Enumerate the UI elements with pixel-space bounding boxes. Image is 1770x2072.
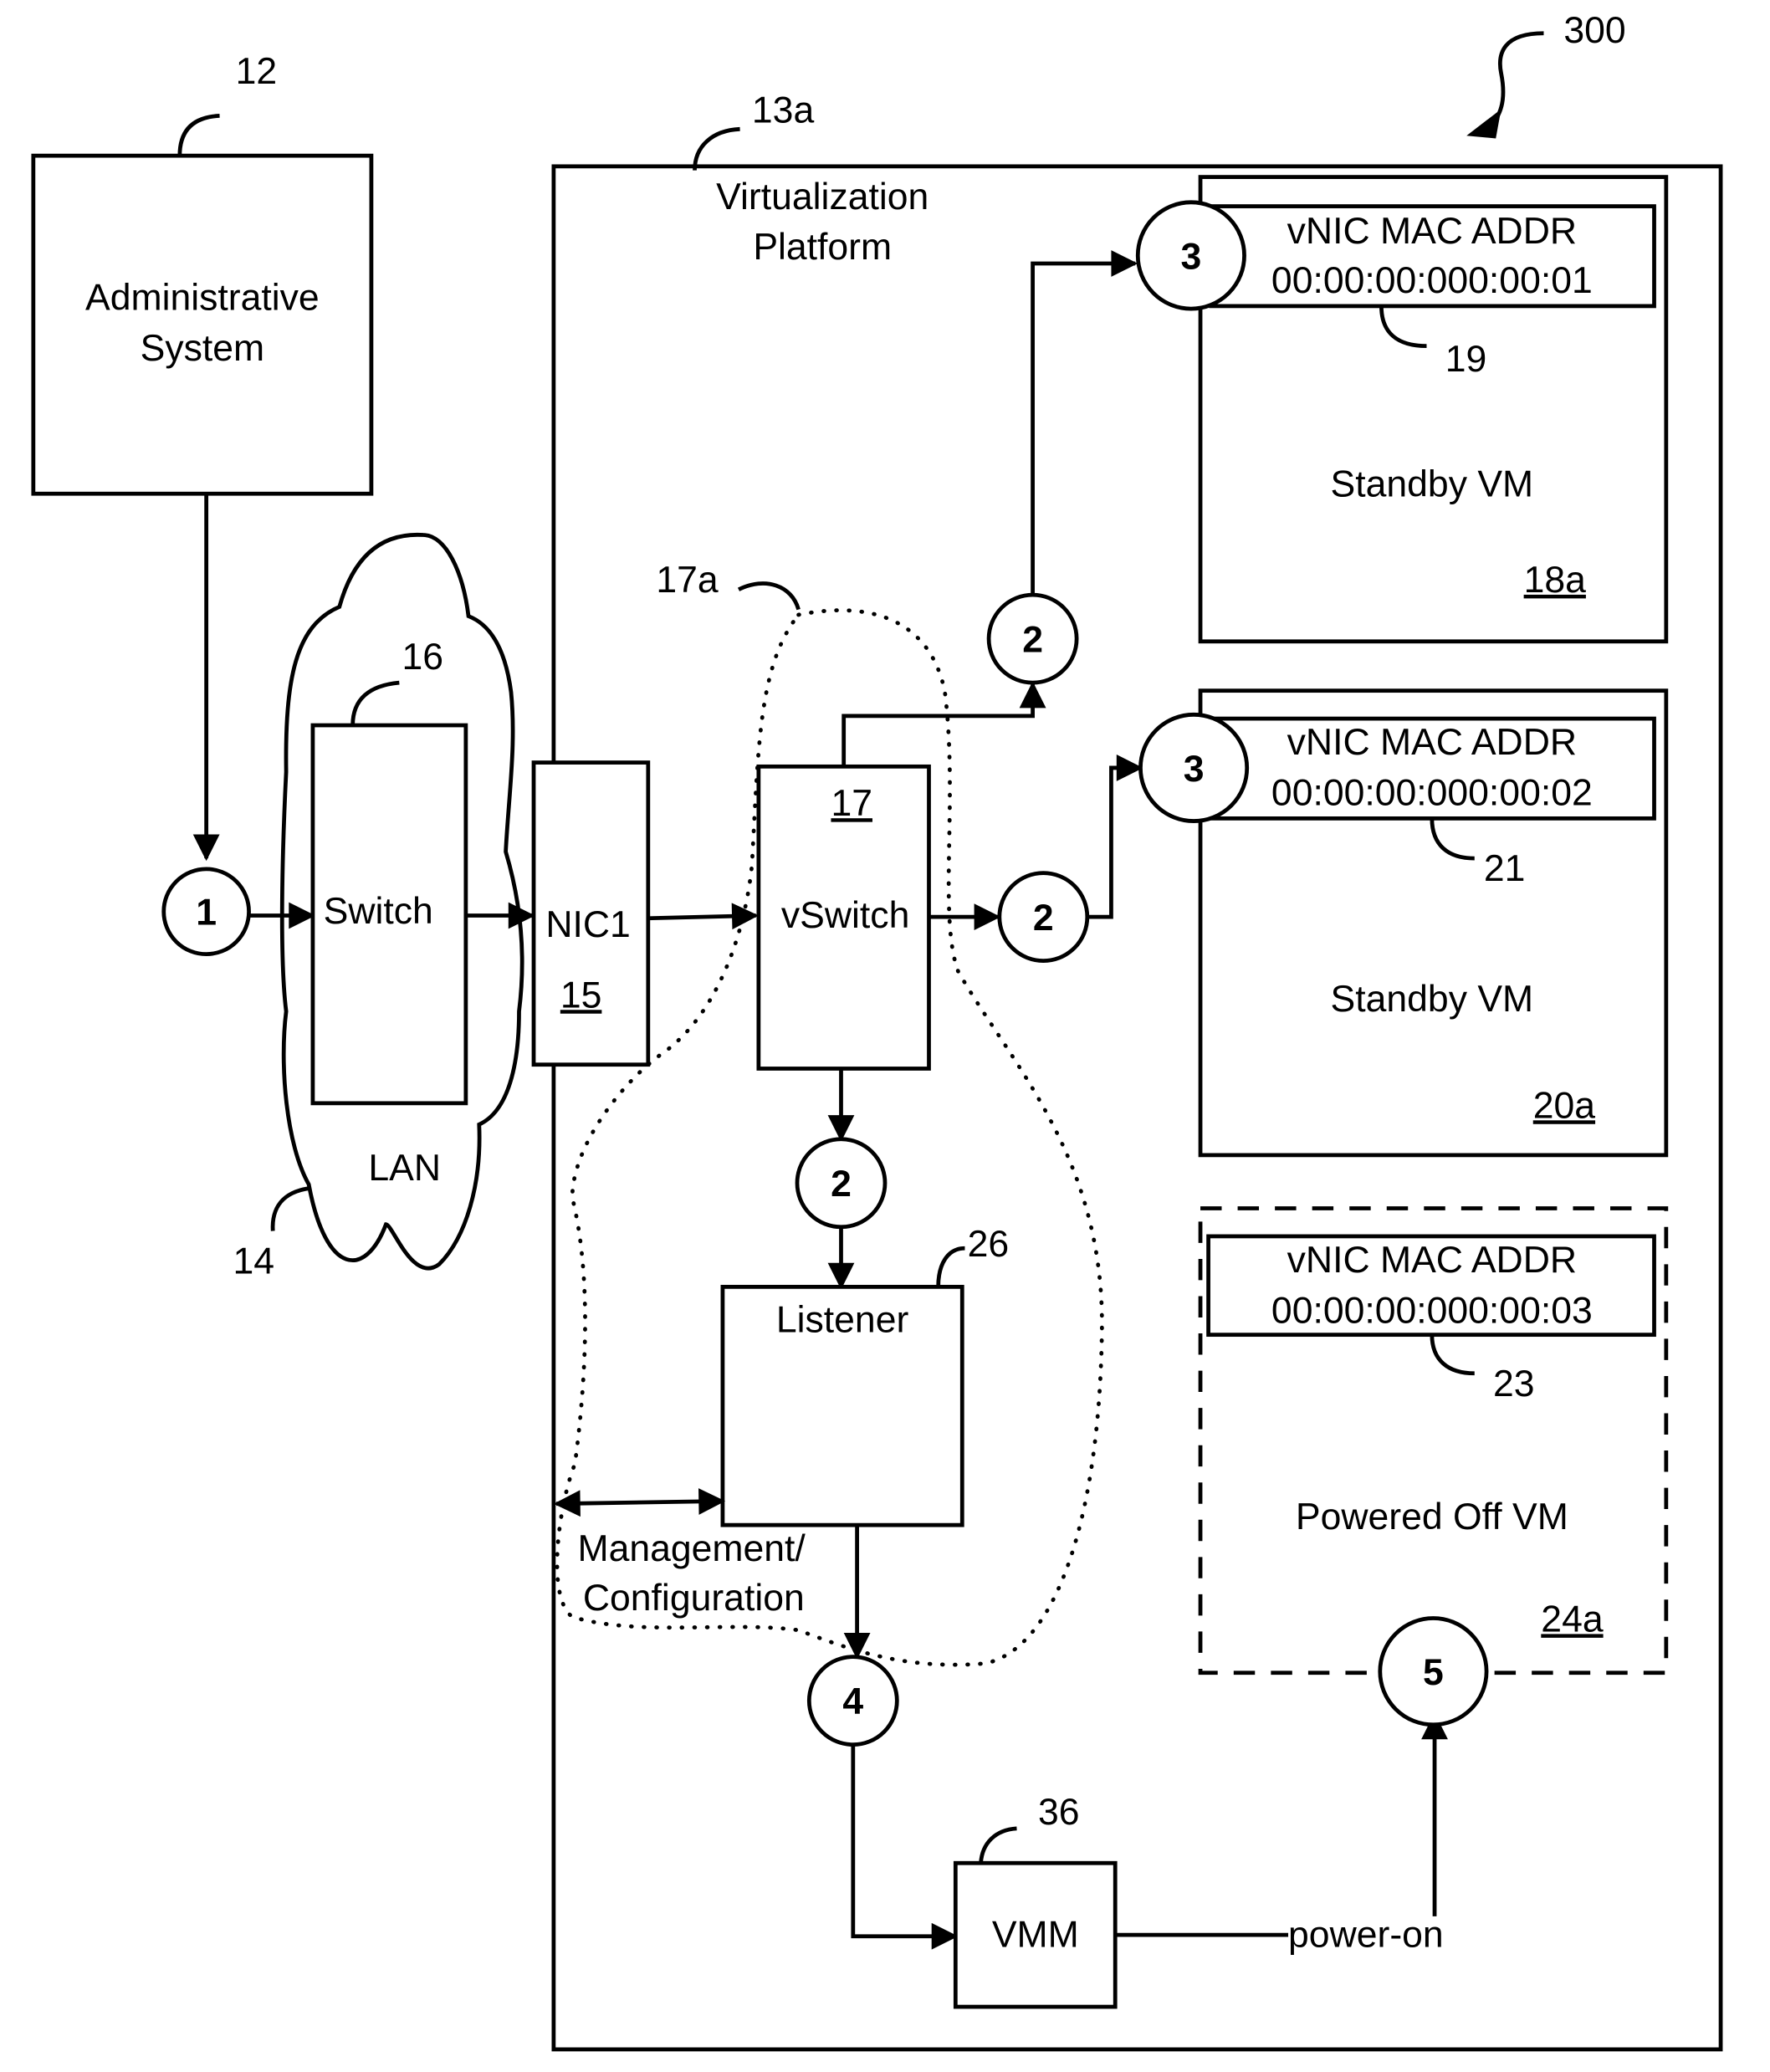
region-ref: 17a <box>656 560 719 601</box>
vswitch-box: 17 vSwitch <box>756 764 931 1071</box>
step-3-vm2-label: 3 <box>1184 749 1205 790</box>
vm-state-label: Standby VM <box>1331 979 1534 1020</box>
admin-label-line2: System <box>141 328 264 369</box>
listener-ref: 26 <box>968 1224 1010 1265</box>
vmm-box: VMM 36 <box>953 1792 1118 2009</box>
vmm-ref: 36 <box>1038 1792 1080 1833</box>
step-2-right-label: 2 <box>1033 898 1054 939</box>
nic-to-vswitch-arrow <box>647 903 759 930</box>
listener-label: Listener <box>776 1299 909 1340</box>
vnic-ref: 23 <box>1493 1363 1535 1404</box>
step-3-vm1-circle: 3 <box>1135 200 1246 311</box>
figure-arrow-icon <box>1466 109 1501 139</box>
vnic-title: vNIC MAC ADDR <box>1287 722 1577 763</box>
admin-ref: 12 <box>236 51 278 92</box>
nic-ref: 15 <box>560 975 602 1016</box>
leader-line <box>979 1826 1017 1864</box>
nic-box: NIC1 15 <box>531 760 651 1067</box>
step-2-top-circle: 2 <box>986 592 1079 685</box>
switch-ref: 16 <box>402 637 444 678</box>
vm-ref: 24a <box>1541 1599 1604 1640</box>
step-3-vm2-circle: 3 <box>1138 712 1250 823</box>
leader-line <box>936 1246 965 1287</box>
lan-label: LAN <box>368 1148 441 1189</box>
admin-label-line1: Administrative <box>85 278 320 319</box>
step2-to-step3-vm1-arrow <box>1031 250 1138 596</box>
figure-number: 300 <box>1563 10 1625 51</box>
vm-standby-20a: vNIC MAC ADDR 00:00:00:000:00:02 21 Stan… <box>1198 688 1669 1158</box>
vm-ref: 18a <box>1524 560 1587 601</box>
step-4-circle: 4 <box>806 1655 899 1747</box>
leader-line <box>693 126 740 171</box>
step-3-vm1-label: 3 <box>1181 236 1202 277</box>
vm-powered-off-24a: vNIC MAC ADDR 00:00:00:000:00:03 23 Powe… <box>1198 1206 1669 1676</box>
vm-standby-18a: vNIC MAC ADDR 00:00:00:000:00:01 19 Stan… <box>1198 175 1669 644</box>
vnic-title: vNIC MAC ADDR <box>1287 1240 1577 1281</box>
vswitch-label: vSwitch <box>781 895 909 936</box>
step-2-down-circle: 2 <box>795 1137 888 1230</box>
management-arrow <box>553 1488 726 1517</box>
vswitch-ref: 17 <box>831 783 872 824</box>
step-2-right-circle: 2 <box>997 871 1090 964</box>
vnic-mac-address: 00:00:00:000:00:02 <box>1271 772 1593 813</box>
step2-to-step3-vm2-arrow <box>1087 755 1143 919</box>
platform-label-line1: Virtualization <box>716 177 928 217</box>
figure-reference: 300 <box>1466 10 1626 139</box>
switch-label: Switch <box>324 891 433 932</box>
vmm-label: VMM <box>992 1914 1079 1955</box>
platform-label-line2: Platform <box>753 227 892 268</box>
step-2-top-label: 2 <box>1022 620 1043 661</box>
step4-to-vmm-arrow <box>851 1744 959 1950</box>
leader-line <box>1430 1334 1475 1376</box>
platform-ref: 13a <box>752 90 815 130</box>
step-5-circle: 5 <box>1378 1616 1489 1727</box>
step-1-label: 1 <box>196 893 217 934</box>
power-on-label: power-on <box>1288 1914 1444 1955</box>
step-5-label: 5 <box>1423 1652 1444 1693</box>
step-1-circle: 1 <box>161 867 251 957</box>
nic-label: NIC1 <box>545 904 630 945</box>
lan-ref: 14 <box>233 1241 274 1282</box>
vm-state-label: Powered Off VM <box>1296 1496 1568 1537</box>
leader-line <box>270 1186 309 1231</box>
vm-state-label: Standby VM <box>1331 463 1534 504</box>
listener-box: Listener 26 <box>720 1224 1010 1527</box>
diagram-canvas: 300 Administrative System 12 1 LAN 14 Sw… <box>31 10 1723 2052</box>
vnic-mac-address: 00:00:00:000:00:03 <box>1271 1290 1593 1331</box>
administrative-system: Administrative System 12 <box>31 51 374 496</box>
management-label-line1: Management/ <box>578 1528 806 1569</box>
step-4-label: 4 <box>842 1681 863 1722</box>
management-label-line2: Configuration <box>583 1578 805 1619</box>
leader-line <box>350 680 400 726</box>
step-2-down-label: 2 <box>831 1164 852 1205</box>
vnic-mac-address: 00:00:00:000:00:01 <box>1271 260 1593 301</box>
switch-box: Switch 16 <box>310 637 468 1106</box>
leader-line <box>737 581 801 611</box>
vnic-ref: 19 <box>1445 339 1487 380</box>
vswitch-to-step2-top-arrow <box>842 681 1046 767</box>
vm-ref: 20a <box>1533 1085 1596 1126</box>
vnic-ref: 21 <box>1484 848 1526 889</box>
leader-line <box>177 114 220 156</box>
vnic-title: vNIC MAC ADDR <box>1287 211 1577 252</box>
